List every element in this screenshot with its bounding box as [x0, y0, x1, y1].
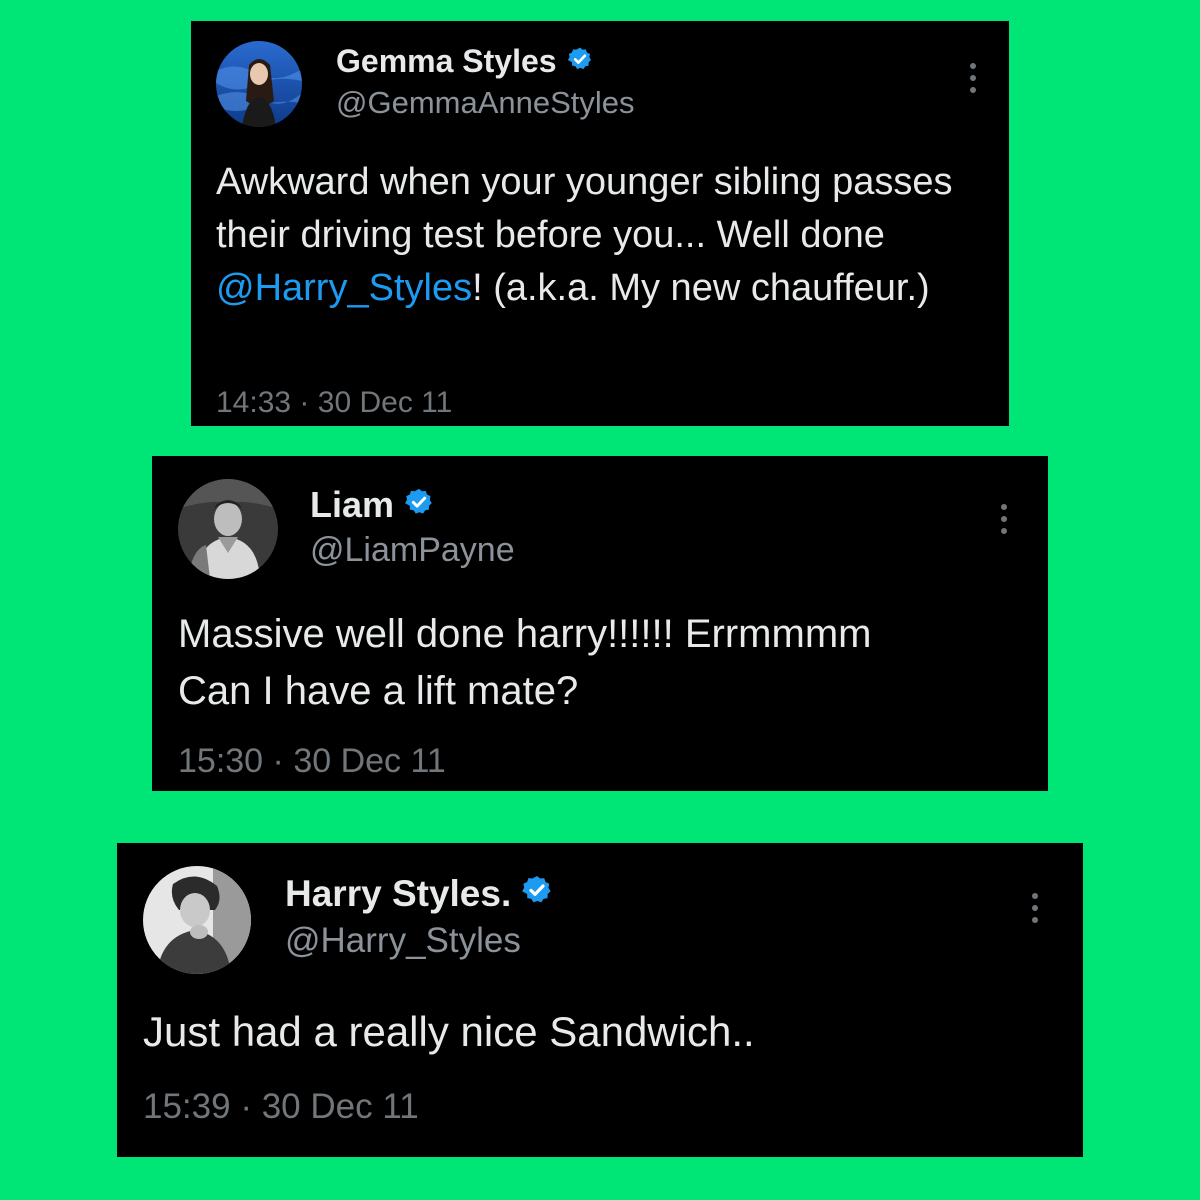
tweet-text: Awkward when your younger sibling passes… — [216, 156, 996, 315]
tweet-text-part: Awkward when your younger sibling passes… — [216, 161, 953, 256]
tweet-card-liam[interactable]: Liam @LiamPayne Massive well done harry!… — [152, 456, 1048, 791]
separator: · — [299, 386, 310, 419]
verified-badge-icon — [404, 484, 434, 526]
display-name[interactable]: Harry Styles. — [285, 873, 511, 915]
avatar[interactable] — [143, 866, 251, 974]
tweet-date[interactable]: 30 Dec 11 — [318, 386, 453, 419]
more-options-icon[interactable] — [969, 63, 977, 93]
avatar[interactable] — [178, 479, 278, 579]
avatar-photo-icon — [216, 41, 302, 127]
display-name-row[interactable]: Liam — [310, 484, 434, 526]
tweet-text-line: Can I have a lift mate? — [178, 669, 579, 713]
display-name-row[interactable]: Gemma Styles — [336, 43, 593, 80]
tweet-card-harry[interactable]: Harry Styles. @Harry_Styles Just had a r… — [117, 843, 1083, 1157]
verified-badge-icon — [567, 43, 593, 80]
tweet-text-line: Massive well done harry!!!!!! Errmmmm — [178, 612, 872, 656]
timestamp[interactable]: 15:39 · 30 Dec 11 — [143, 1087, 419, 1127]
tweet-card-gemma[interactable]: Gemma Styles @GemmaAnneStyles Awkward wh… — [191, 21, 1009, 426]
separator: · — [272, 742, 284, 780]
verified-badge-icon — [521, 873, 553, 915]
user-handle[interactable]: @LiamPayne — [310, 531, 515, 570]
avatar[interactable] — [216, 41, 302, 127]
tweet-time[interactable]: 15:39 — [143, 1087, 231, 1126]
timestamp[interactable]: 14:33 · 30 Dec 11 — [216, 386, 452, 420]
mention-link[interactable]: @Harry_Styles — [216, 267, 472, 309]
tweet-date[interactable]: 30 Dec 11 — [262, 1087, 419, 1126]
avatar-photo-icon — [178, 479, 278, 579]
tweet-text: Massive well done harry!!!!!! Errmmmm Ca… — [178, 606, 1028, 720]
display-name-row[interactable]: Harry Styles. — [285, 873, 553, 915]
separator: · — [240, 1087, 252, 1126]
tweet-text: Just had a really nice Sandwich.. — [143, 1008, 755, 1055]
user-handle[interactable]: @GemmaAnneStyles — [336, 85, 635, 121]
tweet-date[interactable]: 30 Dec 11 — [293, 742, 445, 780]
tweet-time[interactable]: 15:30 — [178, 742, 263, 780]
display-name[interactable]: Gemma Styles — [336, 43, 557, 80]
tweet-text-part: ! (a.k.a. My new chauffeur.) — [472, 267, 930, 309]
timestamp[interactable]: 15:30 · 30 Dec 11 — [178, 742, 446, 781]
user-handle[interactable]: @Harry_Styles — [285, 921, 521, 961]
more-options-icon[interactable] — [1031, 893, 1039, 923]
avatar-photo-icon — [143, 866, 251, 974]
more-options-icon[interactable] — [1000, 504, 1008, 534]
display-name[interactable]: Liam — [310, 484, 394, 526]
tweet-time[interactable]: 14:33 — [216, 386, 291, 419]
